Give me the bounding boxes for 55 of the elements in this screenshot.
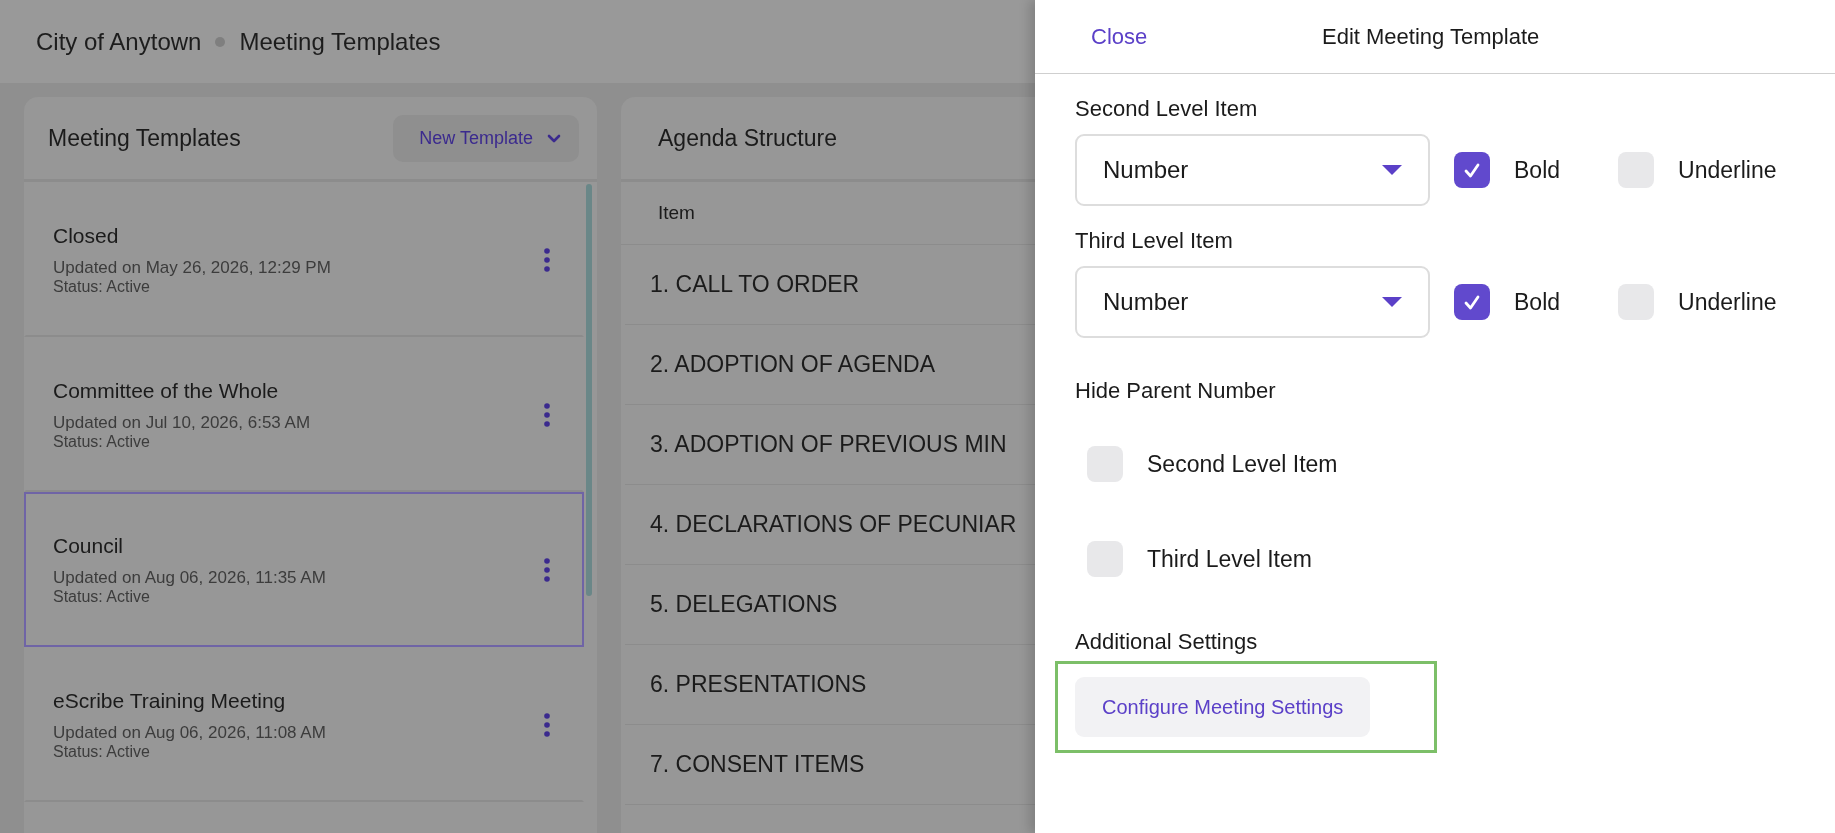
more-options-icon [544, 557, 550, 582]
template-name: Closed [53, 223, 120, 248]
checkbox-label: Bold [1514, 288, 1561, 316]
separator-dot [215, 36, 226, 47]
more-options-icon [544, 402, 550, 427]
agenda-item[interactable]: 7. CONSENT ITEMS [650, 751, 865, 778]
template-status: Status: Active [53, 277, 151, 296]
page-title: Meeting Templates [239, 27, 441, 56]
template-card[interactable]: Council Updated on Aug 06, 2026, 11:35 AM Status: Active [24, 492, 584, 647]
template-name: eScribe Training Meeting [53, 688, 287, 713]
configure-meeting-settings-button[interactable]: Configure Meeting Settings [1075, 677, 1371, 737]
checkbox-label: Second Level Item [1147, 450, 1338, 478]
checkbox[interactable] [1454, 152, 1490, 188]
close-link[interactable]: Close [1091, 23, 1322, 50]
template-status: Status: Active [53, 432, 151, 451]
updated-date: Updated on Jul 10, 2026, 6:53 AM [53, 412, 312, 433]
dropdown-caret-icon [1382, 297, 1402, 307]
field-label: Third Level Item [1075, 228, 1234, 254]
checkbox-label: Bold [1514, 156, 1561, 184]
template-card[interactable]: Committee of the Whole Updated on Jul 10, 2026, 6:53 AM Status: Active [24, 337, 584, 492]
checkbox-label: Third Level Item [1147, 545, 1312, 573]
breadcrumb-link[interactable]: City of Anytown [36, 27, 202, 56]
panel-title: Agenda Structure [658, 124, 837, 152]
drawer-title: Edit Meeting Template [1322, 23, 1540, 50]
agenda-item[interactable]: 6. PRESENTATIONS [650, 671, 867, 698]
more-options-icon [544, 247, 550, 272]
updated-date: Updated on May 26, 2026, 12:29 PM [53, 257, 332, 278]
section-label: Hide Parent Number [1075, 378, 1277, 404]
new-template-button[interactable]: New Template [393, 114, 579, 162]
number-style-dropdown[interactable]: Number [1075, 134, 1430, 206]
template-name: Council [53, 533, 125, 558]
number-style-dropdown[interactable]: Number [1075, 266, 1430, 338]
template-status: Status: Active [53, 742, 151, 761]
checkbox[interactable] [1454, 284, 1490, 320]
agenda-item[interactable]: 1. CALL TO ORDER [650, 271, 860, 298]
template-card[interactable]: Closed Updated on May 26, 2026, 12:29 PM Status: Active [24, 182, 584, 337]
section-label: Additional Settings [1075, 629, 1259, 655]
template-status: Status: Active [53, 587, 151, 606]
updated-date: Updated on Aug 06, 2026, 11:35 AM [53, 567, 327, 588]
agenda-item[interactable]: 3. ADOPTION OF PREVIOUS MIN [650, 431, 1007, 458]
updated-date: Updated on Aug 06, 2026, 11:08 AM [53, 722, 327, 743]
chevron-down-icon [547, 133, 561, 143]
column-header: Item [658, 202, 695, 224]
template-name: Committee of the Whole [53, 378, 280, 403]
scrollbar-thumb[interactable] [586, 184, 592, 596]
agenda-item[interactable]: 4. DECLARATIONS OF PECUNIAR [650, 511, 1017, 538]
agenda-item[interactable]: 2. ADOPTION OF AGENDA [650, 351, 935, 378]
more-options-icon [544, 712, 550, 737]
checkbox-label: Underline [1678, 156, 1777, 184]
agenda-item[interactable]: 5. DELEGATIONS [650, 591, 838, 618]
field-label: Second Level Item [1075, 96, 1259, 122]
dropdown-caret-icon [1382, 165, 1402, 175]
checkbox-label: Underline [1678, 288, 1777, 316]
template-card[interactable]: eScribe Training Meeting Updated on Aug 06, 2026, 11:08 AM Status: Active [24, 647, 584, 802]
panel-title: Meeting Templates [48, 124, 241, 152]
